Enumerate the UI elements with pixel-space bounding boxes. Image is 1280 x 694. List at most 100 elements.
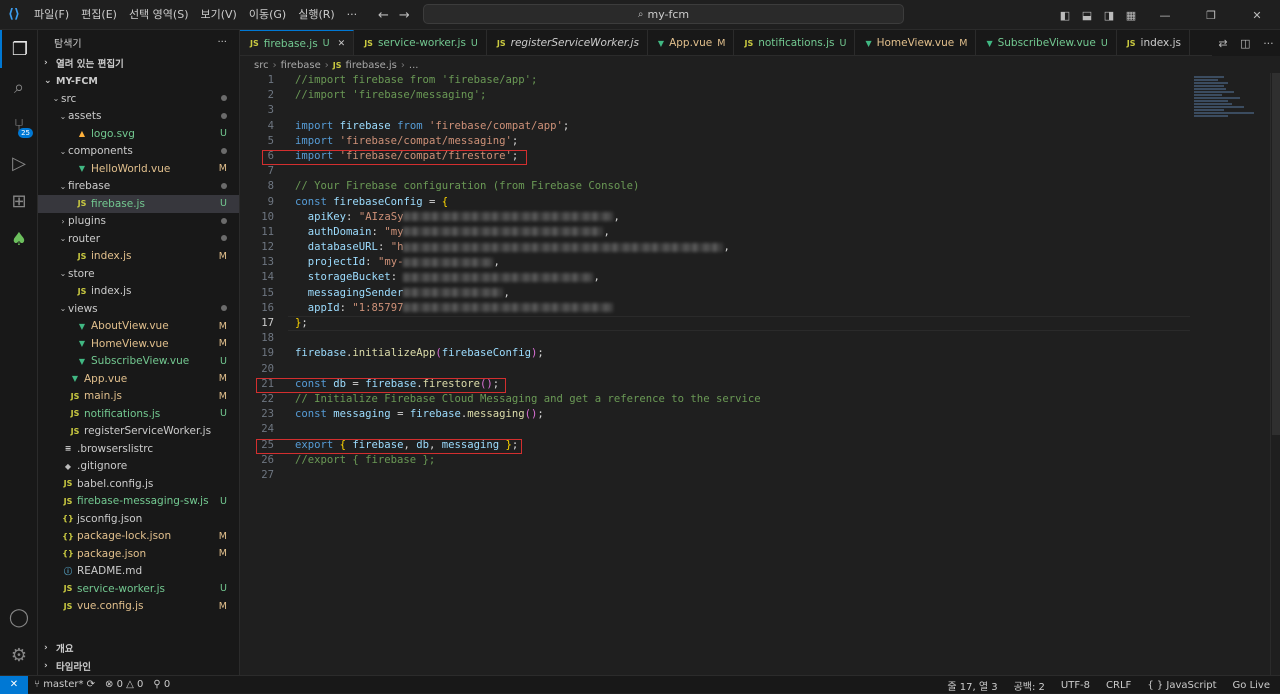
tree-file[interactable]: JS vue.config.js M [38,598,239,616]
editor-scrollbar[interactable] [1270,73,1280,675]
forward-arrow-icon[interactable]: → [399,8,410,23]
status-item[interactable]: UTF-8 [1061,680,1090,691]
close-window-button[interactable]: ✕ [1234,9,1280,22]
minimize-button[interactable]: — [1142,9,1188,22]
tree-file[interactable]: ≡ .browserslistrc [38,440,239,458]
code-line: 24 [240,422,1270,437]
menu-item[interactable]: 선택 영역(S) [123,0,195,30]
menu-item[interactable]: 이동(G) [243,0,292,30]
tree-folder[interactable]: ⌄ components [38,143,239,161]
toggle-primary-sidebar-icon[interactable]: ◧ [1054,9,1076,22]
error-icon: ⊗ [105,679,117,690]
project-section[interactable]: ⌄ MY-FCM [38,72,239,90]
command-center-search[interactable]: ⌕ my-fcm [423,4,904,24]
tab-registerserviceworker-js[interactable]: JS registerServiceWorker.js [487,30,648,55]
tree-file[interactable]: JS registerServiceWorker.js [38,423,239,441]
extensions-icon[interactable]: ⊞ [0,182,38,220]
run-debug-icon[interactable]: ▷ [0,144,38,182]
status-item[interactable]: 줄 17, 열 3 [947,678,997,693]
tree-file[interactable]: ▼ App.vue M [38,370,239,388]
tree-file[interactable]: ▼ HelloWorld.vue M [38,160,239,178]
tree-folder[interactable]: ⌄ router [38,230,239,248]
tree-file[interactable]: ◆ .gitignore [38,458,239,476]
toggle-panel-icon[interactable]: ⬓ [1076,9,1098,22]
more-actions-icon[interactable]: ··· [1263,37,1274,50]
tree-file[interactable]: JS babel.config.js [38,475,239,493]
tree-file[interactable]: JS index.js M [38,248,239,266]
tree-file[interactable]: ▼ HomeView.vue M [38,335,239,353]
close-icon[interactable]: ✕ [338,39,346,49]
menu-item[interactable]: 보기(V) [194,0,242,30]
menu-item[interactable]: ··· [341,0,364,30]
tree-file[interactable]: JS firebase-messaging-sw.js U [38,493,239,511]
remote-indicator-icon[interactable]: ✕ [0,675,28,694]
tab-label: firebase.js [263,37,318,50]
code-line: 10 apiKey: "AIzaSy, [240,210,1270,225]
tree-file[interactable]: ⓘ README.md [38,563,239,581]
menu-item[interactable]: 파일(F) [28,0,75,30]
minimap[interactable] [1190,73,1270,675]
outline-section[interactable]: › 개요 [38,639,239,657]
tab-homeview-vue[interactable]: ▼ HomeView.vue M [855,30,977,55]
tree-file[interactable]: JS firebase.js U [38,195,239,213]
branch-status[interactable]: ⑂ master* ⟳ [34,679,95,690]
tree-file[interactable]: {} package.json M [38,545,239,563]
tab-app-vue[interactable]: ▼ App.vue M [648,30,735,55]
ports-status[interactable]: ⚲ 0 [153,679,170,690]
tree-file[interactable]: JS index.js [38,283,239,301]
breadcrumb-item[interactable]: ... [409,60,419,71]
problems-status[interactable]: ⊗ 0 △ 0 [105,679,143,690]
breadcrumb-item[interactable]: firebase.js [346,60,397,71]
code-editor[interactable]: 1 //import firebase from 'firebase/app'; 2… [240,73,1270,675]
toggle-secondary-sidebar-icon[interactable]: ◨ [1098,9,1120,22]
tab-subscribeview-vue[interactable]: ▼ SubscribeView.vue U [976,30,1117,55]
timeline-section[interactable]: › 타임라인 [38,657,239,675]
mongodb-leaf-icon[interactable]: ♠ [0,220,38,258]
tree-folder[interactable]: ⌄ firebase [38,178,239,196]
tab-service-worker-js[interactable]: JS service-worker.js U [354,30,487,55]
tab-label: registerServiceWorker.js [510,37,639,49]
customize-layout-icon[interactable]: ▦ [1120,9,1142,22]
explorer-icon[interactable]: ❐ [0,30,38,68]
compare-changes-icon[interactable]: ⇄ [1218,37,1227,50]
split-editor-icon[interactable]: ◫ [1240,37,1250,50]
restore-button[interactable]: ❐ [1188,9,1234,22]
js-file-icon: JS [77,199,87,209]
status-item[interactable]: 공백: 2 [1014,678,1045,693]
tree-file[interactable]: ▲ logo.svg U [38,125,239,143]
status-item[interactable]: CRLF [1106,680,1131,691]
file-label: HelloWorld.vue [91,162,171,175]
scrollbar-thumb[interactable] [1272,73,1280,435]
line-number: 19 [261,347,274,360]
menu-item[interactable]: 편집(E) [75,0,123,30]
tab-firebase-js[interactable]: JS firebase.js U ✕ [240,30,355,55]
tree-file[interactable]: JS service-worker.js U [38,580,239,598]
tree-file[interactable]: ▼ SubscribeView.vue U [38,353,239,371]
open-editors-section[interactable]: › 열려 있는 편집기 [38,54,239,72]
account-icon[interactable]: ◯ [0,598,38,636]
menu-item[interactable]: 실행(R) [292,0,340,30]
breadcrumb-item[interactable]: firebase [281,60,321,71]
tab-notifications-js[interactable]: JS notifications.js U [734,30,856,55]
explorer-more-icon[interactable]: ··· [217,37,227,48]
editor-tabs: JS firebase.js U ✕ JS service-worker.js U JS reg… [240,30,1280,56]
tree-file[interactable]: ▼ AboutView.vue M [38,318,239,336]
tree-folder[interactable]: ⌄ store [38,265,239,283]
tree-folder[interactable]: ⌄ src [38,90,239,108]
back-arrow-icon[interactable]: ← [378,8,389,23]
status-item[interactable]: { } JavaScript [1147,680,1216,691]
tree-file[interactable]: JS main.js M [38,388,239,406]
source-control-icon[interactable]: ⑂ 25 [0,106,38,144]
tree-file[interactable]: {} package-lock.json M [38,528,239,546]
tree-folder[interactable]: ⌄ views [38,300,239,318]
tree-file[interactable]: {} jsconfig.json [38,510,239,528]
search-view-icon[interactable]: ⌕ [0,68,38,106]
tree-folder[interactable]: › plugins [38,213,239,231]
tree-folder[interactable]: ⌄ assets [38,108,239,126]
settings-gear-icon[interactable]: ⚙ [0,636,38,674]
tree-file[interactable]: JS notifications.js U [38,405,239,423]
breadcrumb-item[interactable]: src [254,60,269,71]
status-item[interactable]: Go Live [1233,680,1270,691]
status-right: 줄 17, 열 3 공백: 2 UTF-8 CRLF { } JavaScript Go … [947,676,1270,694]
tab-index-js[interactable]: JS index.js [1117,30,1190,55]
